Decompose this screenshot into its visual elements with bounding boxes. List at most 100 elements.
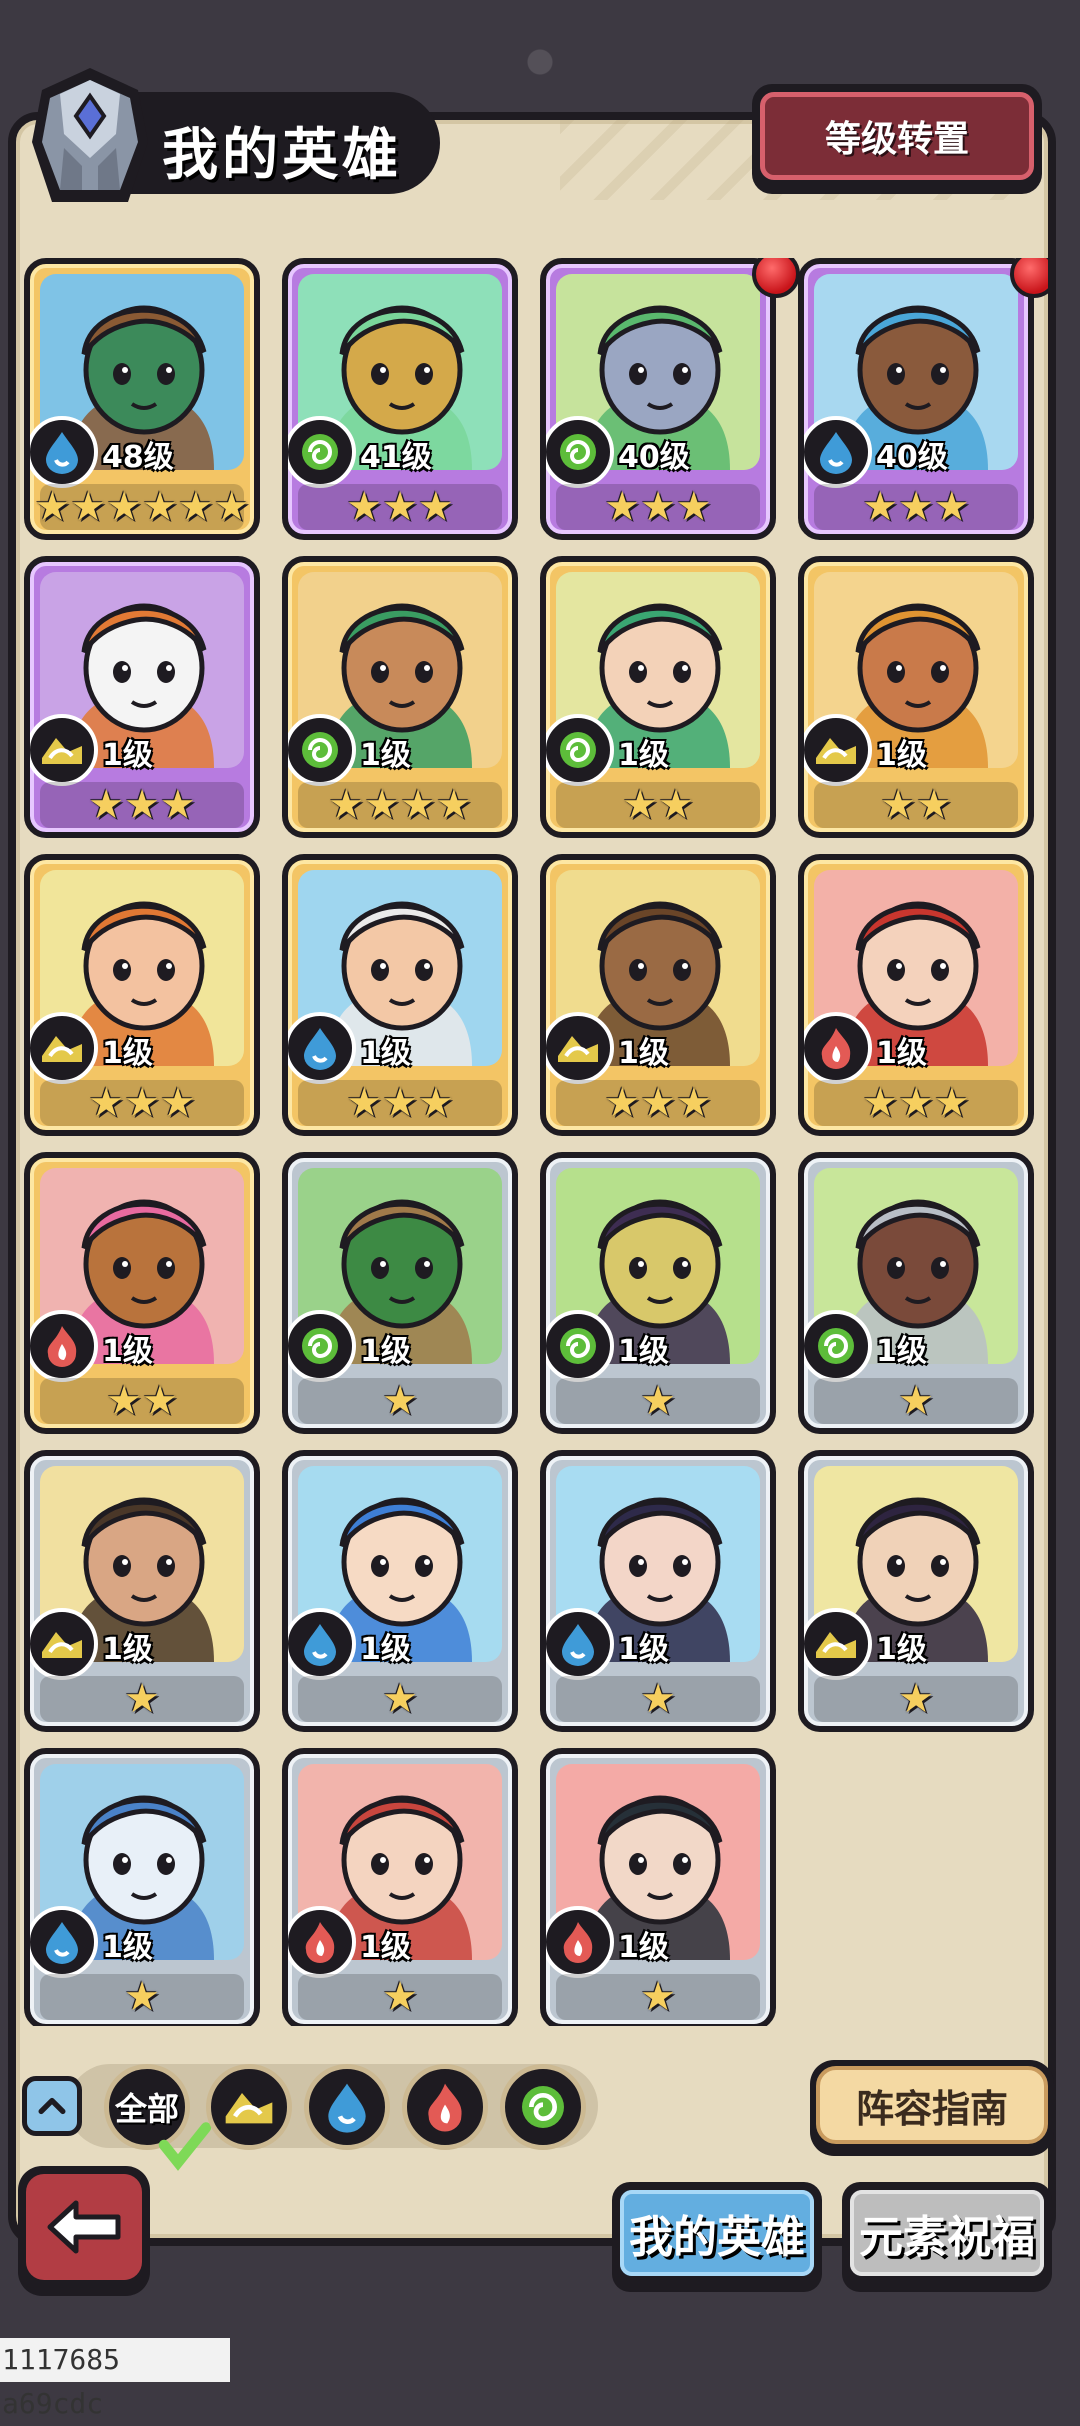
star-icon: ★ (124, 1676, 160, 1722)
star-icon: ★ (70, 484, 107, 530)
level-transfer-label: 等级转置 (760, 92, 1034, 180)
hero-level: 1级 (360, 1632, 411, 1667)
star-icon: ★ (658, 782, 694, 828)
hero-card[interactable]: 1级 ★ ★ ★ (540, 854, 776, 1136)
star-icon: ★ (898, 1080, 934, 1126)
star-icon: ★ (898, 484, 934, 530)
star-icon: ★ (400, 782, 436, 828)
wind-element-icon (546, 714, 614, 786)
star-icon: ★ (106, 1378, 142, 1424)
hero-card[interactable]: 1级 ★ (798, 1450, 1034, 1732)
hero-card[interactable]: 1级 ★ (540, 1748, 776, 2026)
hero-card[interactable]: 1级 ★ ★ (540, 556, 776, 838)
hero-level: 1级 (876, 1036, 927, 1071)
star-icon: ★ (364, 782, 400, 828)
fire-element-icon (288, 1906, 356, 1978)
hero-card[interactable]: 1级 ★ ★ (798, 556, 1034, 838)
collapse-button[interactable] (22, 2076, 82, 2136)
hero-card[interactable]: 1级 ★ (282, 1152, 518, 1434)
hero-level: 1级 (102, 1036, 153, 1071)
hero-card[interactable]: 1级 ★ ★ ★ (798, 854, 1034, 1136)
star-icon: ★ (640, 484, 676, 530)
earth-element-icon (804, 714, 872, 786)
back-button[interactable] (18, 2166, 150, 2296)
hero-stars: ★ (298, 1378, 502, 1424)
star-icon: ★ (622, 782, 658, 828)
star-icon: ★ (640, 1974, 676, 2020)
level-transfer-button[interactable]: 等级转置 (752, 84, 1042, 194)
hero-card[interactable]: 1级 ★ (798, 1152, 1034, 1434)
hero-stars: ★ ★ ★ (40, 1080, 244, 1126)
hero-stars: ★ (814, 1676, 1018, 1722)
tab-my-heroes[interactable]: 我的英雄 (612, 2182, 822, 2292)
star-icon: ★ (933, 484, 970, 530)
hero-card[interactable]: 1级 ★ ★ ★ ★ (282, 556, 518, 838)
tab-element-blessing-label: 元素祝福 (850, 2190, 1044, 2276)
water-element-icon (30, 416, 98, 488)
tab-element-blessing[interactable]: 元素祝福 (842, 2182, 1052, 2292)
hero-level: 1级 (360, 1334, 411, 1369)
hero-card[interactable]: 40级 ★ ★ ★ (540, 258, 776, 540)
hero-card[interactable]: 1级 ★ ★ ★ (24, 556, 260, 838)
hero-stars: ★ (814, 1378, 1018, 1424)
hero-card[interactable]: 1级 ★ (282, 1450, 518, 1732)
hero-level: 1级 (102, 1930, 153, 1965)
hero-card[interactable]: 1级 ★ ★ ★ (282, 854, 518, 1136)
hero-stars: ★ ★ (814, 782, 1018, 828)
lineup-guide-button[interactable]: 阵容指南 (810, 2060, 1054, 2156)
hero-level: 48级 (102, 440, 174, 475)
star-icon: ★ (177, 484, 214, 530)
star-icon: ★ (159, 1080, 196, 1126)
hero-level: 1级 (102, 738, 153, 773)
hero-stars: ★ ★ (40, 1378, 244, 1424)
hero-card[interactable]: 41级 ★ ★ ★ (282, 258, 518, 540)
filter-water[interactable] (304, 2064, 390, 2150)
filter-all[interactable]: 全部 (104, 2064, 212, 2171)
fire-element-icon (30, 1310, 98, 1382)
hero-stars: ★ ★ ★ (814, 1080, 1018, 1126)
filter-wind[interactable] (500, 2064, 586, 2150)
hero-level: 1级 (618, 1036, 669, 1071)
hero-level: 1级 (360, 1930, 411, 1965)
hero-level: 1级 (102, 1632, 153, 1667)
wind-element-icon (522, 2086, 564, 2128)
star-icon: ★ (88, 782, 125, 828)
earth-element-icon (30, 1608, 98, 1680)
star-icon: ★ (382, 484, 418, 530)
hero-stars: ★ ★ ★ (298, 1080, 502, 1126)
fire-element-icon (546, 1906, 614, 1978)
star-icon: ★ (898, 1676, 934, 1722)
hero-level: 41级 (360, 440, 432, 475)
filter-fire[interactable] (402, 2064, 488, 2150)
star-icon: ★ (675, 1080, 712, 1126)
wind-element-icon (288, 714, 356, 786)
hero-card[interactable]: 48级 ★ ★ ★ ★ ★ ★ (24, 258, 260, 540)
hero-card[interactable]: 1级 ★ ★ ★ (24, 854, 260, 1136)
hero-stars: ★ ★ ★ (556, 484, 760, 530)
filter-earth[interactable] (206, 2064, 292, 2150)
hero-card[interactable]: 1级 ★ ★ (24, 1152, 260, 1434)
hero-card[interactable]: 1级 ★ (540, 1450, 776, 1732)
helmet-icon (20, 62, 160, 212)
hero-stars: ★ ★ ★ (40, 782, 244, 828)
hero-card[interactable]: 1级 ★ (24, 1450, 260, 1732)
hero-card[interactable]: 1级 ★ (540, 1152, 776, 1434)
hero-card[interactable]: 40级 ★ ★ ★ (798, 258, 1034, 540)
star-icon: ★ (417, 484, 454, 530)
hero-stars: ★ ★ ★ ★ ★ ★ (34, 484, 250, 530)
back-arrow-icon (47, 2200, 121, 2254)
water-element-icon (328, 2083, 366, 2133)
hero-level: 1级 (618, 1334, 669, 1369)
hero-stars: ★ ★ ★ ★ (298, 782, 502, 828)
hero-stars: ★ (298, 1974, 502, 2020)
earth-element-icon (546, 1012, 614, 1084)
hero-card[interactable]: 1级 ★ (282, 1748, 518, 2026)
hero-level: 1级 (618, 1930, 669, 1965)
fire-element-icon (428, 2083, 462, 2132)
hero-card[interactable]: 1级 ★ (24, 1748, 260, 2026)
wind-element-icon (288, 1310, 356, 1382)
hero-level: 40级 (618, 440, 690, 475)
star-icon: ★ (382, 1378, 418, 1424)
hero-stars: ★ ★ ★ (298, 484, 502, 530)
hero-stars: ★ (298, 1676, 502, 1722)
